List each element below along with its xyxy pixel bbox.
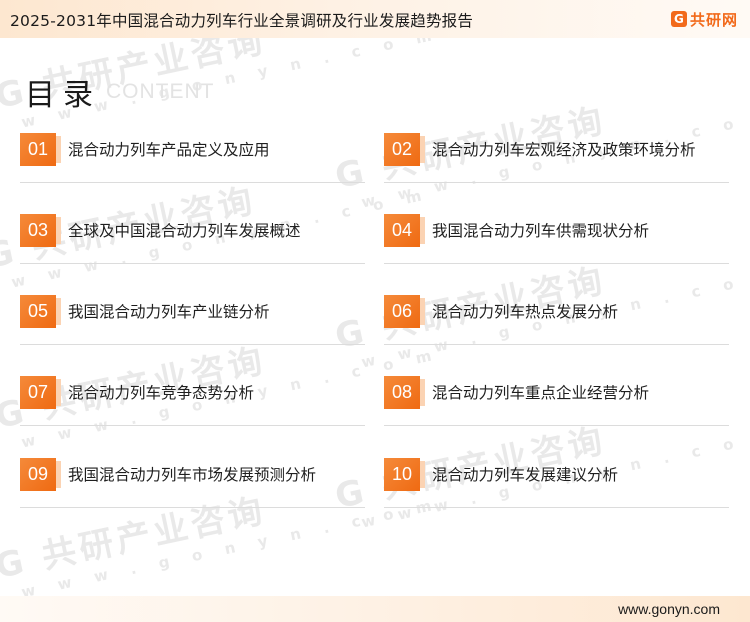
toc-item-label: 我国混合动力列车市场发展预测分析 <box>68 466 317 484</box>
toc-item-number: 03 <box>20 214 61 247</box>
toc-item-number: 02 <box>384 133 425 166</box>
logo-text: 共研网 <box>689 10 738 29</box>
toc-item-number: 10 <box>384 458 425 491</box>
toc-item-number: 07 <box>20 376 61 409</box>
toc-item-02[interactable]: 02 混合动力列车宏观经济及政策环境分析 <box>384 130 729 183</box>
logo-icon: G <box>670 11 687 27</box>
footer-url[interactable]: www.gonyn.com <box>618 601 720 617</box>
footer-bar: www.gonyn.com <box>0 596 750 622</box>
toc-item-number: 09 <box>20 458 61 491</box>
toc-item-10[interactable]: 10 混合动力列车发展建议分析 <box>384 455 729 508</box>
toc-item-number: 08 <box>384 376 425 409</box>
toc-item-label: 混合动力列车宏观经济及政策环境分析 <box>432 141 696 159</box>
toc-item-09[interactable]: 09 我国混合动力列车市场发展预测分析 <box>20 455 365 508</box>
toc-item-label: 混合动力列车热点发展分析 <box>432 303 619 321</box>
toc-item-number: 06 <box>384 295 425 328</box>
toc-item-03[interactable]: 03 全球及中国混合动力列车发展概述 <box>20 211 365 264</box>
brand-logo: G 共研网 <box>670 9 738 29</box>
toc-item-label: 我国混合动力列车产业链分析 <box>68 303 270 321</box>
toc-item-01[interactable]: 01 混合动力列车产品定义及应用 <box>20 130 365 183</box>
toc-title: 目录 <box>25 78 101 113</box>
toc-item-label: 混合动力列车发展建议分析 <box>432 466 619 484</box>
toc-subtitle: CONTENT <box>106 80 215 103</box>
toc-item-07[interactable]: 07 混合动力列车竞争态势分析 <box>20 373 365 426</box>
toc-item-number: 05 <box>20 295 61 328</box>
toc-item-label: 全球及中国混合动力列车发展概述 <box>68 222 301 240</box>
toc-item-label: 混合动力列车产品定义及应用 <box>68 141 270 159</box>
toc-item-label: 混合动力列车竞争态势分析 <box>68 384 255 402</box>
header-bar: 2025-2031年中国混合动力列车行业全景调研及行业发展趋势报告 G 共研网 <box>0 0 750 38</box>
report-title: 2025-2031年中国混合动力列车行业全景调研及行业发展趋势报告 <box>10 12 474 30</box>
toc-item-label: 混合动力列车重点企业经营分析 <box>432 384 650 402</box>
toc-item-label: 我国混合动力列车供需现状分析 <box>432 222 650 240</box>
toc-item-08[interactable]: 08 混合动力列车重点企业经营分析 <box>384 373 729 426</box>
toc-item-06[interactable]: 06 混合动力列车热点发展分析 <box>384 292 729 345</box>
toc-item-number: 04 <box>384 214 425 247</box>
toc-item-number: 01 <box>20 133 61 166</box>
toc-item-05[interactable]: 05 我国混合动力列车产业链分析 <box>20 292 365 345</box>
toc-item-04[interactable]: 04 我国混合动力列车供需现状分析 <box>384 211 729 264</box>
